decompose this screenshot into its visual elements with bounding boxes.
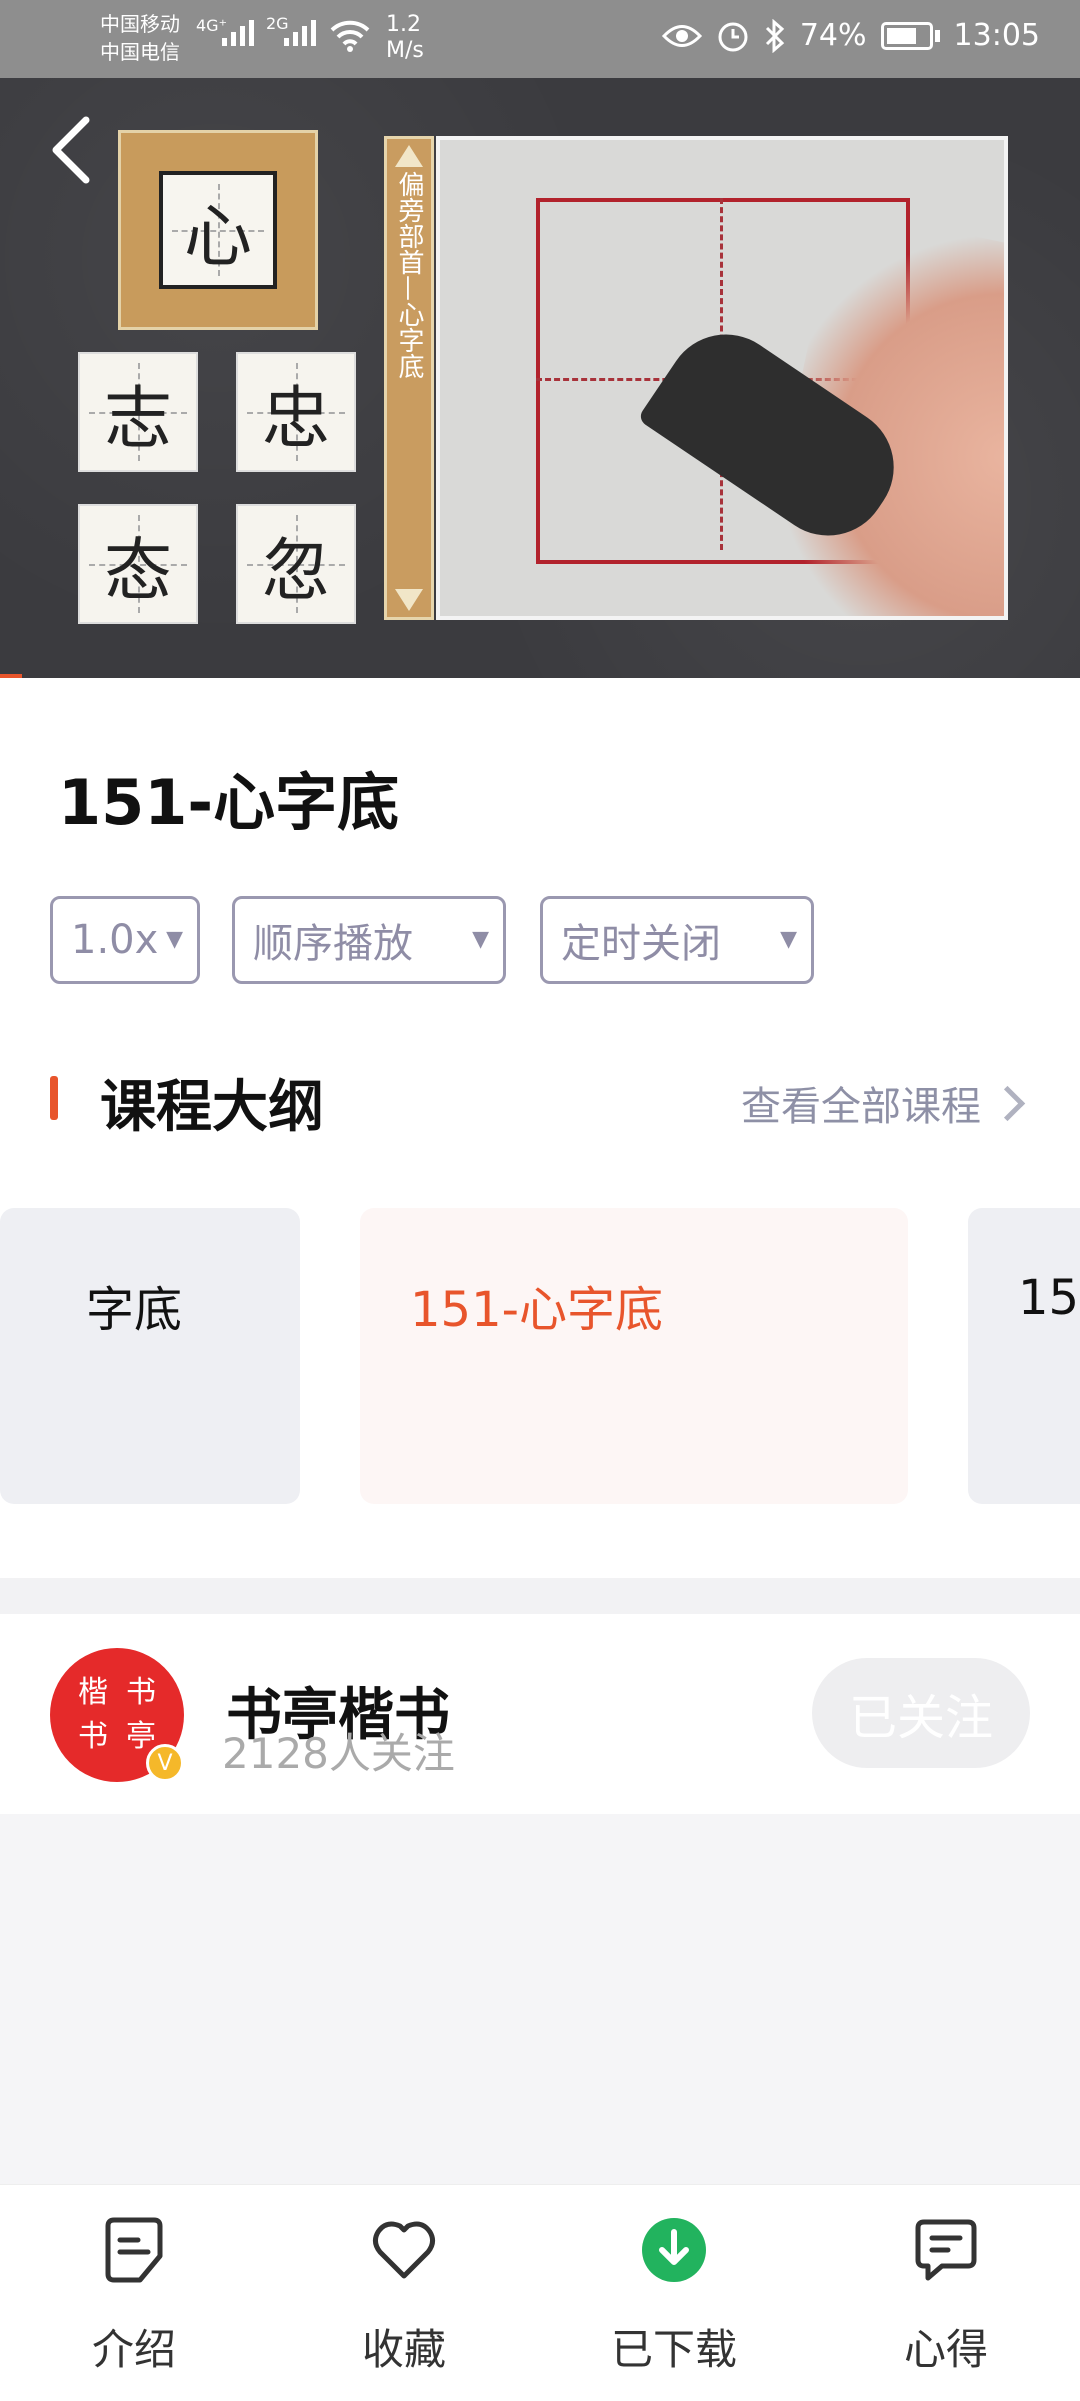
view-all-label: 查看全部课程: [741, 1084, 981, 1130]
battery-fill: [886, 27, 917, 44]
caret-down-icon: ▼: [780, 927, 797, 952]
character-glyph: 志: [103, 379, 172, 459]
outline-card-label: 152: [1018, 1270, 1080, 1326]
outline-card-current[interactable]: 151-心字底: [360, 1208, 908, 1504]
sleep-timer-value: 定时关闭: [561, 921, 721, 967]
wifi-icon: [330, 20, 370, 52]
clock-time: 13:05: [953, 18, 1040, 53]
carrier-labels: 中国移动 中国电信: [100, 10, 180, 66]
main-character: 心: [183, 197, 252, 277]
nav-downloaded[interactable]: 已下载: [574, 2210, 774, 2380]
caret-down-icon: ▼: [166, 927, 183, 952]
heart-icon: [372, 2221, 436, 2279]
battery-percent: 74%: [799, 18, 867, 53]
nav-label: 介绍: [91, 2325, 176, 2374]
battery-icon: [880, 21, 940, 50]
speed-value: 1.0x: [71, 917, 159, 963]
signal-icon: [222, 20, 254, 46]
outline-card-next[interactable]: 152: [968, 1208, 1080, 1504]
main-character-card: 心: [118, 130, 318, 330]
nav-label: 心得: [903, 2325, 988, 2374]
status-bar: 中国移动 中国电信 4G⁺ 2G 1.2 M/s 74% 13:05: [0, 0, 1080, 78]
back-arrow-icon[interactable]: [42, 110, 102, 190]
eye-icon: [661, 24, 702, 47]
download-icon: [642, 2218, 706, 2282]
bluetooth-icon: [765, 18, 785, 53]
lesson-title: 151-心字底: [58, 766, 400, 839]
avatar-char: 书: [78, 1719, 108, 1754]
signal-icon: [284, 20, 316, 46]
document-icon: [105, 2217, 163, 2283]
character-card: 志: [78, 352, 198, 472]
status-right-group: 74% 13:05: [661, 18, 1040, 53]
topic-banner: 偏旁部首—心字底: [384, 136, 434, 620]
network-speed: 1.2 M/s: [386, 12, 424, 64]
nav-favorite[interactable]: 收藏: [304, 2210, 504, 2380]
character-glyph: 忠: [261, 379, 330, 459]
speed-value: 1.2: [386, 12, 421, 37]
section-accent-bar: [50, 1076, 58, 1120]
character-glyph: 态: [103, 531, 172, 611]
play-order-value: 顺序播放: [253, 921, 413, 967]
carrier-2: 中国电信: [100, 40, 180, 64]
follow-button[interactable]: 已关注: [812, 1658, 1030, 1768]
nav-label: 已下载: [610, 2325, 737, 2374]
sleep-timer-dropdown[interactable]: 定时关闭 ▼: [540, 896, 814, 984]
play-order-dropdown[interactable]: 顺序播放 ▼: [232, 896, 506, 984]
nav-notes[interactable]: 心得: [846, 2210, 1046, 2380]
outline-card-label: 151-心字底: [410, 1282, 663, 1338]
caret-down-icon: ▼: [472, 927, 489, 952]
nav-label: 收藏: [361, 2325, 446, 2374]
character-card: 忽: [236, 504, 356, 624]
avatar-char: 书: [126, 1675, 156, 1710]
view-all-courses-link[interactable]: 查看全部课程: [741, 1074, 1026, 1132]
main-character-box: 心: [159, 171, 277, 289]
character-glyph: 忽: [261, 531, 330, 611]
speed-dropdown[interactable]: 1.0x ▼: [50, 896, 200, 984]
section-divider: [0, 1578, 1080, 1614]
speed-unit: M/s: [386, 38, 424, 63]
verified-badge-icon: V: [146, 1744, 184, 1782]
alarm-icon: [718, 22, 748, 51]
chevron-right-icon: [989, 1085, 1026, 1121]
nav-intro[interactable]: 介绍: [34, 2210, 234, 2380]
course-outline-title: 课程大纲: [100, 1075, 324, 1140]
chat-icon: [915, 2219, 977, 2281]
character-card: 忠: [236, 352, 356, 472]
outline-card-prev[interactable]: 字底: [0, 1208, 300, 1504]
avatar-char: 楷: [78, 1675, 108, 1710]
follower-count: 2128人关注: [222, 1729, 455, 1778]
topic-banner-text: 偏旁部首—心字底: [394, 171, 424, 379]
outline-card-label: 字底: [86, 1282, 183, 1338]
writing-demo-frame: [436, 136, 1008, 620]
character-card: 态: [78, 504, 198, 624]
carrier-1: 中国移动: [100, 12, 180, 36]
